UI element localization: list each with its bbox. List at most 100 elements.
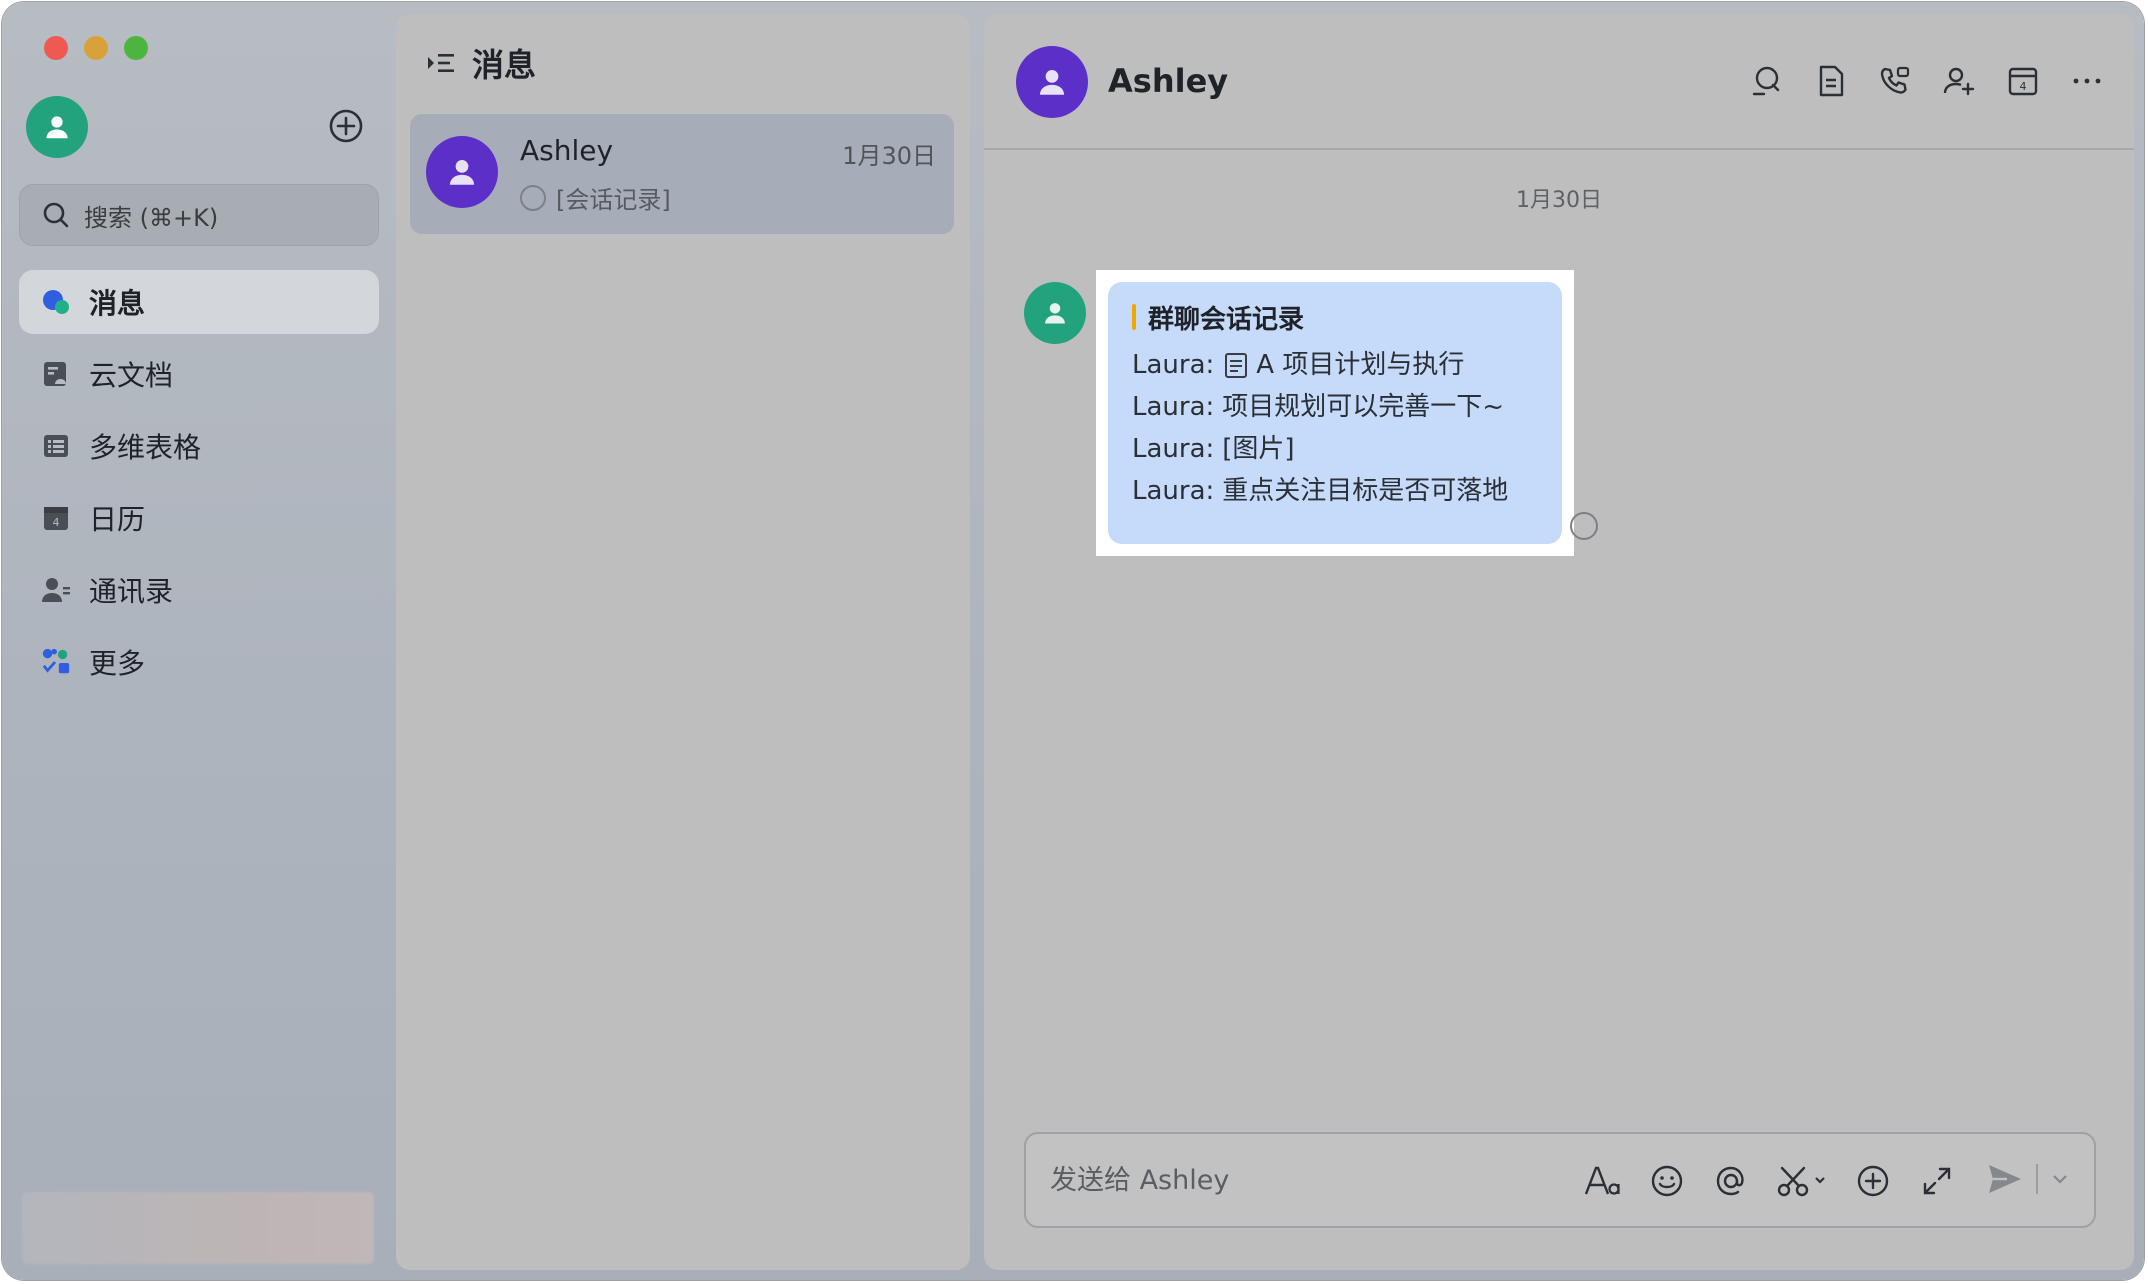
chat-title[interactable]: Ashley (1108, 62, 1228, 100)
search-placeholder: 搜索 (⌘+K) (84, 203, 219, 232)
document-icon (1819, 65, 1844, 97)
cloud-doc-icon (41, 359, 71, 389)
my-avatar[interactable] (26, 96, 88, 158)
chat-avatar[interactable] (1016, 46, 1088, 118)
search-icon (43, 202, 69, 228)
search-chat-icon (1752, 66, 1780, 96)
calendar-button[interactable]: 4 (2006, 64, 2040, 98)
message-input[interactable] (1050, 1158, 1570, 1202)
sidebar-item-contacts[interactable]: 通讯录 (19, 558, 379, 622)
line-sender: Laura: (1132, 392, 1215, 422)
attach-button[interactable] (1854, 1162, 1892, 1200)
more-button[interactable] (2070, 64, 2104, 98)
at-icon (1716, 1166, 1744, 1196)
calendar-icon: 4 (41, 503, 71, 533)
svg-text:4: 4 (2020, 80, 2027, 93)
sidebar-item-more[interactable]: 更多 (19, 630, 379, 694)
card-accent-bar (1132, 304, 1136, 330)
line-sender: Laura: (1132, 476, 1215, 506)
conversation-avatar (426, 136, 498, 208)
list-header: 消息 (426, 40, 536, 86)
sidebar-item-messages[interactable]: 消息 (19, 270, 379, 334)
send-icon (1989, 1165, 2021, 1193)
contacts-icon (41, 575, 71, 605)
card-line: Laura: 重点关注目标是否可落地 (1132, 470, 1562, 512)
list-title: 消息 (472, 46, 537, 84)
add-member-button[interactable] (1942, 64, 1976, 98)
card-title-text: 群聊会话记录 (1148, 304, 1305, 335)
line-text: 项目规划可以完善一下~ (1222, 392, 1505, 422)
read-status-ring (1570, 512, 1598, 540)
screenshot-button[interactable] (1776, 1162, 1828, 1200)
plus-circle-icon (329, 109, 363, 143)
card-line: Laura: A 项目计划与执行 (1132, 344, 1562, 386)
sidebar-item-label: 日历 (89, 503, 146, 536)
plus-circle-icon (1857, 1165, 1889, 1197)
line-sender: Laura: (1132, 350, 1215, 380)
sidebar-item-cloud-docs[interactable]: 云文档 (19, 342, 379, 406)
card-title: 群聊会话记录 (1132, 302, 1562, 335)
expand-icon (1923, 1167, 1951, 1195)
sidebar-item-label: 多维表格 (89, 431, 202, 464)
line-sender: Laura: (1132, 434, 1215, 464)
sidebar-item-calendar[interactable]: 4 日历 (19, 486, 379, 550)
line-text: 重点关注目标是否可落地 (1222, 476, 1509, 506)
conversation-preview-text: [会话记录] (556, 186, 671, 214)
conversation-list-panel: 消息 Ashley 1月30日 [会话记录] (396, 14, 970, 1270)
chat-header: Ashley 4 (984, 14, 2134, 150)
expand-editor-button[interactable] (1918, 1162, 1956, 1200)
docs-button[interactable] (1814, 64, 1848, 98)
card-line: Laura: [图片] (1132, 428, 1562, 470)
svg-text:4: 4 (53, 516, 60, 529)
chat-panel: Ashley 4 1月30日 群聊会话记录 Laura: A 项目计划与执行 L… (984, 14, 2134, 1270)
conversation-name: Ashley (520, 134, 614, 167)
card-line: Laura: 项目规划可以完善一下~ (1132, 386, 1562, 428)
send-divider (2036, 1164, 2038, 1194)
line-text: [图片] (1222, 434, 1295, 464)
more-dots-icon (2073, 78, 2101, 84)
emoji-icon (1651, 1165, 1683, 1197)
sidebar-item-label: 通讯录 (89, 575, 174, 608)
send-options-button[interactable] (2050, 1160, 2070, 1198)
composer-tools (1584, 1162, 1956, 1200)
collapse-sidebar-icon[interactable] (426, 48, 456, 78)
text-format-icon (1584, 1166, 1620, 1195)
sidebar-footer-blurred (22, 1192, 374, 1264)
search-box[interactable]: 搜索 (⌘+K) (19, 184, 379, 246)
chat-history-card[interactable]: 群聊会话记录 Laura: A 项目计划与执行 Laura: 项目规划可以完善一… (1108, 282, 1562, 544)
chat-header-tools: 4 (1750, 64, 2104, 98)
message-composer (1024, 1132, 2096, 1228)
doc-icon (1224, 351, 1248, 379)
conversation-preview: [会话记录] (520, 180, 671, 215)
person-icon (1039, 69, 1065, 95)
send-controls (1986, 1160, 2070, 1198)
app-window: 搜索 (⌘+K) 消息 云文档 多维表格 4 日历 通讯录 更多 消息 Ashl… (2, 2, 2144, 1280)
sidebar-item-label: 云文档 (89, 359, 174, 392)
apps-grid-icon (41, 647, 71, 677)
add-user-icon (1943, 67, 1975, 96)
unread-status-ring (520, 184, 546, 211)
scissors-icon (1777, 1166, 1825, 1197)
date-separator: 1月30日 (1516, 188, 1602, 213)
conversation-time: 1月30日 (842, 142, 936, 170)
person-icon (1045, 303, 1065, 324)
search-chat-button[interactable] (1750, 64, 1784, 98)
conversation-item[interactable]: Ashley 1月30日 [会话记录] (410, 114, 954, 234)
create-button[interactable] (328, 108, 364, 144)
sidebar-nav: 消息 云文档 多维表格 4 日历 通讯录 更多 (19, 270, 379, 702)
send-button[interactable] (1986, 1160, 2024, 1198)
card-lines: Laura: A 项目计划与执行 Laura: 项目规划可以完善一下~ Laur… (1132, 344, 1562, 512)
mention-button[interactable] (1712, 1162, 1750, 1200)
sidebar-item-label: 更多 (89, 647, 146, 680)
call-button[interactable] (1878, 64, 1912, 98)
sidebar-item-label: 消息 (89, 287, 146, 320)
line-text: A 项目计划与执行 (1256, 350, 1465, 380)
phone-icon (1880, 66, 1910, 94)
sidebar: 搜索 (⌘+K) 消息 云文档 多维表格 4 日历 通讯录 更多 (2, 2, 394, 1280)
format-text-button[interactable] (1584, 1162, 1622, 1200)
emoji-button[interactable] (1648, 1162, 1686, 1200)
table-icon (41, 431, 71, 461)
chevron-down-icon (2053, 1175, 2067, 1184)
sidebar-item-base[interactable]: 多维表格 (19, 414, 379, 478)
message-sender-avatar[interactable] (1024, 282, 1086, 344)
